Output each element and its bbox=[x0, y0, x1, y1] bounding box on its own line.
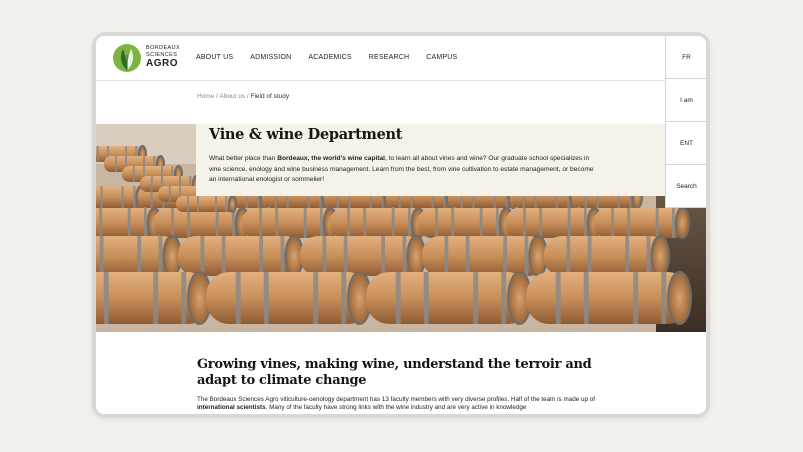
ent-button[interactable]: ENT bbox=[666, 122, 706, 165]
i-am-button[interactable]: I am bbox=[666, 79, 706, 122]
logo-line-3: AGRO bbox=[146, 58, 178, 69]
breadcrumb-current: Field of study bbox=[250, 93, 290, 100]
section-body: The Bordeaux Sciences Agro viticulture-o… bbox=[197, 396, 607, 412]
section-body-post: . Many of the faculty have strong links … bbox=[265, 404, 527, 411]
logo-line-1: BORDEAUX bbox=[146, 45, 181, 51]
page-title: Vine & wine Department bbox=[209, 126, 403, 143]
breadcrumb-about-us[interactable]: About us bbox=[219, 93, 245, 100]
hero-image: Vine & wine Department What better place… bbox=[96, 124, 706, 332]
section-heading: Growing vines, making wine, understand t… bbox=[197, 357, 592, 388]
nav-academics[interactable]: ACADEMICS bbox=[308, 54, 351, 61]
hero-card: Vine & wine Department What better place… bbox=[196, 124, 666, 196]
breadcrumb-home[interactable]: Home bbox=[197, 93, 214, 100]
section-body-bold: international scientists bbox=[197, 404, 266, 411]
breadcrumb: Home / About us / Field of study bbox=[197, 93, 289, 100]
nav-campus[interactable]: CAMPUS bbox=[426, 54, 457, 61]
hero-desc-bold: Bordeaux, the world's wine capital bbox=[277, 155, 386, 162]
hero-description: What better place than Bordeaux, the wor… bbox=[209, 154, 599, 186]
main-nav: ABOUT US ADMISSION ACADEMICS RESEARCH CA… bbox=[196, 54, 457, 61]
search-button[interactable]: Search bbox=[666, 165, 706, 208]
leaf-logo-icon[interactable] bbox=[112, 43, 142, 73]
section-body-pre: The Bordeaux Sciences Agro viticulture-o… bbox=[197, 396, 595, 403]
nav-research[interactable]: RESEARCH bbox=[369, 54, 410, 61]
site-header: BORDEAUX SCIENCES AGRO ABOUT US ADMISSIO… bbox=[96, 36, 706, 81]
browser-screen: BORDEAUX SCIENCES AGRO ABOUT US ADMISSIO… bbox=[96, 36, 706, 414]
nav-admission[interactable]: ADMISSION bbox=[250, 54, 291, 61]
nav-about-us[interactable]: ABOUT US bbox=[196, 54, 233, 61]
hero-desc-pre: What better place than bbox=[209, 155, 278, 162]
language-fr-button[interactable]: FR bbox=[666, 36, 706, 79]
logo-wordmark[interactable]: BORDEAUX SCIENCES AGRO bbox=[146, 45, 181, 69]
right-utility-rail: FR I am ENT Search bbox=[665, 36, 706, 208]
